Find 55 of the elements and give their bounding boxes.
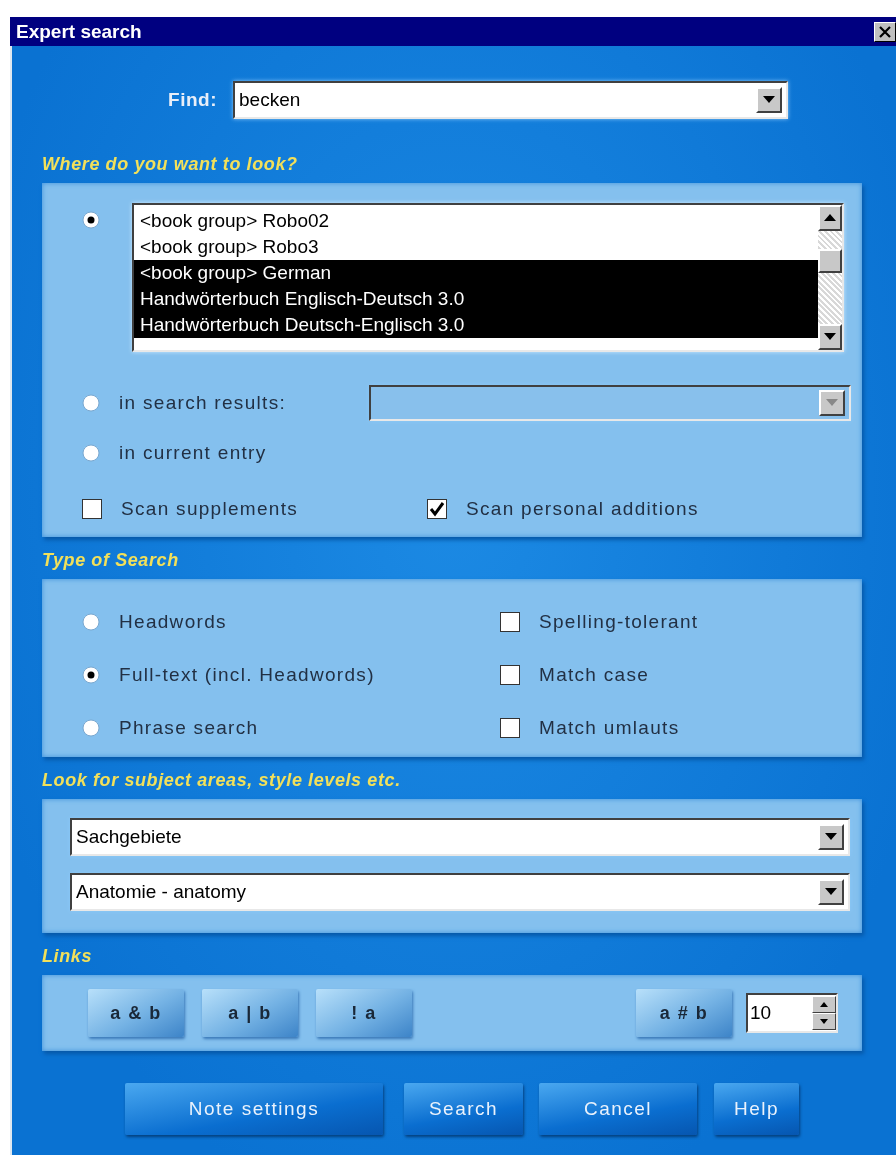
option-label: Match umlauts	[539, 717, 680, 740]
checkbox[interactable]	[82, 498, 102, 519]
dropdown-field[interactable]: Sachgebiete	[70, 818, 850, 856]
find-field[interactable]: becken	[233, 81, 788, 119]
section-heading: Type of Search	[42, 549, 180, 571]
operator-button[interactable]: a | b	[202, 989, 298, 1037]
option-label: Scan supplements	[121, 497, 299, 520]
option-label: Phrase search	[119, 717, 259, 740]
checkbox[interactable]	[500, 611, 520, 632]
radio-button[interactable]	[82, 665, 100, 684]
radio-button[interactable]	[82, 444, 100, 462]
field-value: becken	[238, 89, 302, 111]
radio-button[interactable]	[82, 719, 100, 738]
checkbox[interactable]	[500, 718, 520, 739]
scroll-down-icon[interactable]	[818, 324, 842, 350]
checkbox[interactable]	[500, 664, 520, 685]
operator-button[interactable]: ! a	[316, 989, 412, 1037]
dropdown-field[interactable]: Anatomie - anatomy	[70, 873, 850, 911]
option-label: Full-text (incl. Headwords)	[119, 663, 375, 686]
checkbox[interactable]	[427, 498, 447, 519]
scroll-up-icon[interactable]	[818, 205, 842, 231]
option-label: in current entry	[119, 442, 267, 464]
radio-button[interactable]	[82, 612, 100, 631]
list-item[interactable]: Handwörterbuch Englisch-Deutsch 3.0	[134, 286, 818, 312]
scrollbar[interactable]	[818, 205, 842, 350]
book-list[interactable]: <book group> Robo02 <book group> Robo3 <book group> German Handwörterbuch Englisch-Deutsch 3.0 Handwörterbuch Deutsch-Englisch 3.0	[132, 203, 844, 352]
dialog-button[interactable]: Search	[404, 1083, 523, 1135]
spin-up-icon[interactable]	[812, 996, 836, 1013]
list-item[interactable]: <book group> Robo3	[134, 234, 818, 260]
radio-button[interactable]	[82, 211, 100, 229]
scroll-thumb[interactable]	[818, 249, 842, 273]
close-icon[interactable]	[874, 21, 896, 42]
option-label: Match case	[539, 663, 650, 686]
list-item[interactable]: <book group> Robo02	[134, 208, 818, 234]
section-heading: Where do you want to look?	[42, 153, 299, 175]
list-item[interactable]: <book group> German	[134, 260, 818, 286]
dialog-button[interactable]: Note settings	[125, 1083, 383, 1135]
operator-button[interactable]: a # b	[636, 989, 732, 1037]
spin-down-icon[interactable]	[812, 1013, 836, 1030]
option-label: in search results:	[119, 392, 287, 414]
find-label: Find:	[167, 89, 217, 111]
dialog-button[interactable]: Cancel	[539, 1083, 697, 1135]
operator-button[interactable]: a & b	[88, 989, 184, 1037]
number-spinner[interactable]: 10	[746, 993, 838, 1033]
dialog-button[interactable]: Help	[714, 1083, 799, 1135]
option-label: Scan personal additions	[466, 497, 699, 520]
list-item[interactable]: Handwörterbuch Deutsch-Englisch 3.0	[134, 312, 818, 338]
field-value: Anatomie - anatomy	[75, 881, 248, 903]
option-label: Spelling-tolerant	[539, 610, 699, 633]
section-heading: Look for subject areas, style levels etc.	[42, 769, 402, 791]
field-value: 10	[749, 1002, 773, 1024]
window-title: Expert search	[16, 20, 142, 43]
field-value: Sachgebiete	[75, 826, 183, 848]
section-heading: Links	[42, 945, 93, 967]
option-label: Headwords	[119, 610, 227, 633]
